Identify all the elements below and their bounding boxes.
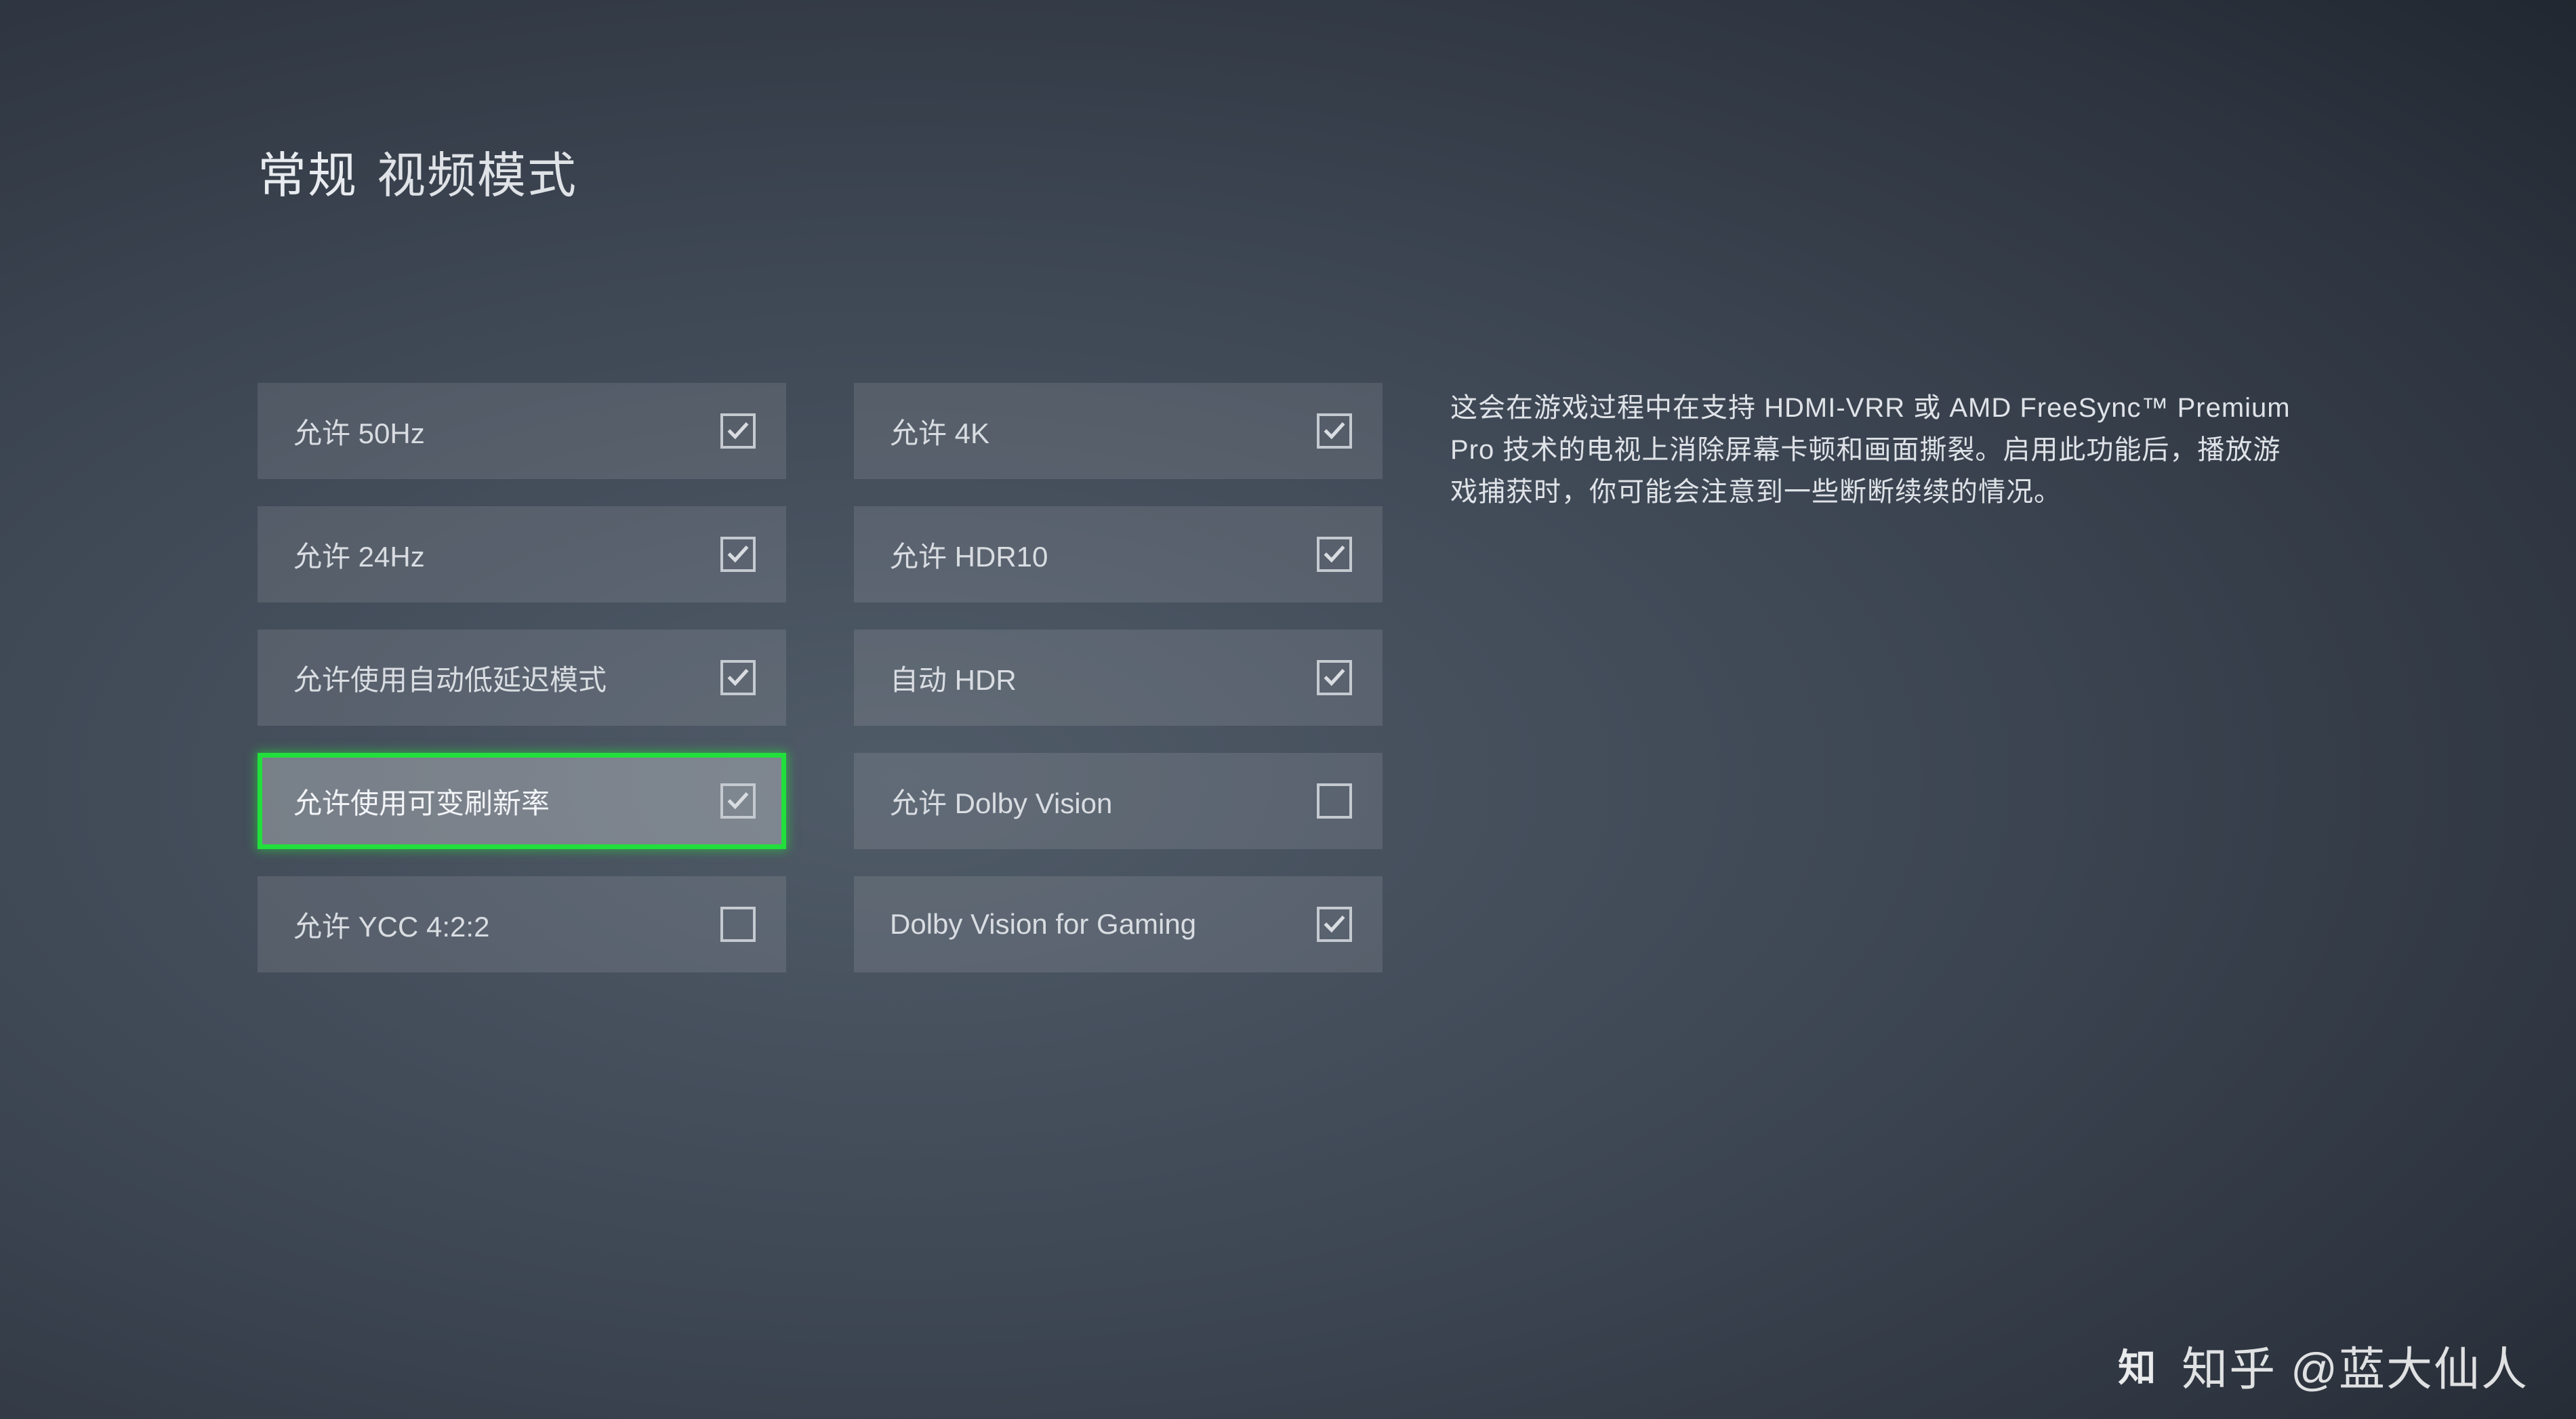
checkbox-icon bbox=[1317, 907, 1352, 942]
checkbox-icon bbox=[1317, 537, 1352, 572]
checkbox-icon bbox=[720, 660, 756, 695]
option-allow-dolbyvision[interactable]: 允许 Dolby Vision bbox=[854, 753, 1383, 849]
option-allow-vrr[interactable]: 允许使用可变刷新率 bbox=[258, 753, 786, 849]
zhihu-logo-icon: 知 bbox=[2111, 1339, 2164, 1392]
checkbox-icon bbox=[720, 783, 756, 819]
option-label: 允许 50Hz bbox=[293, 411, 720, 452]
option-auto-hdr[interactable]: 自动 HDR bbox=[854, 630, 1383, 726]
option-allow-ycc422[interactable]: 允许 YCC 4:2:2 bbox=[258, 876, 786, 972]
checkbox-icon bbox=[1317, 783, 1352, 819]
option-label: 允许 24Hz bbox=[293, 534, 720, 575]
watermark: 知 知乎 @蓝大仙人 bbox=[2111, 1332, 2529, 1399]
option-label: 自动 HDR bbox=[890, 657, 1317, 699]
option-label: Dolby Vision for Gaming bbox=[890, 908, 1317, 941]
option-label: 允许 4K bbox=[890, 411, 1317, 452]
option-label: 允许使用可变刷新率 bbox=[293, 781, 720, 822]
option-allow-allm[interactable]: 允许使用自动低延迟模式 bbox=[258, 630, 786, 726]
option-allow-4k[interactable]: 允许 4K bbox=[854, 383, 1383, 479]
option-allow-hdr10[interactable]: 允许 HDR10 bbox=[854, 506, 1383, 602]
option-description: 这会在游戏过程中在支持 HDMI-VRR 或 AMD FreeSync™ Pre… bbox=[1450, 383, 2297, 513]
checkbox-icon bbox=[720, 413, 756, 449]
title-primary: 常规 bbox=[258, 136, 358, 207]
checkbox-icon bbox=[1317, 413, 1352, 449]
option-allow-24hz[interactable]: 允许 24Hz bbox=[258, 506, 786, 602]
option-label: 允许使用自动低延迟模式 bbox=[293, 657, 720, 699]
checkbox-icon bbox=[1317, 660, 1352, 695]
page-title: 常规 视频模式 bbox=[258, 136, 2488, 207]
option-label: 允许 HDR10 bbox=[890, 534, 1317, 575]
options-column-1: 允许 50Hz 允许 24Hz 允许使用自动低延迟模式允许使用可变刷新率允许 YCC… bbox=[258, 383, 786, 972]
checkbox-icon bbox=[720, 537, 756, 572]
title-secondary: 视频模式 bbox=[377, 136, 577, 207]
options-column-2: 允许 4K 允许 HDR10 自动 HDR 允许 Dolby Vision Dolby … bbox=[854, 383, 1383, 972]
option-dv-gaming[interactable]: Dolby Vision for Gaming bbox=[854, 876, 1383, 972]
option-label: 允许 YCC 4:2:2 bbox=[293, 904, 720, 945]
option-allow-50hz[interactable]: 允许 50Hz bbox=[258, 383, 786, 479]
checkbox-icon bbox=[720, 907, 756, 942]
option-label: 允许 Dolby Vision bbox=[890, 781, 1317, 822]
watermark-text: 知乎 @蓝大仙人 bbox=[2182, 1332, 2529, 1399]
